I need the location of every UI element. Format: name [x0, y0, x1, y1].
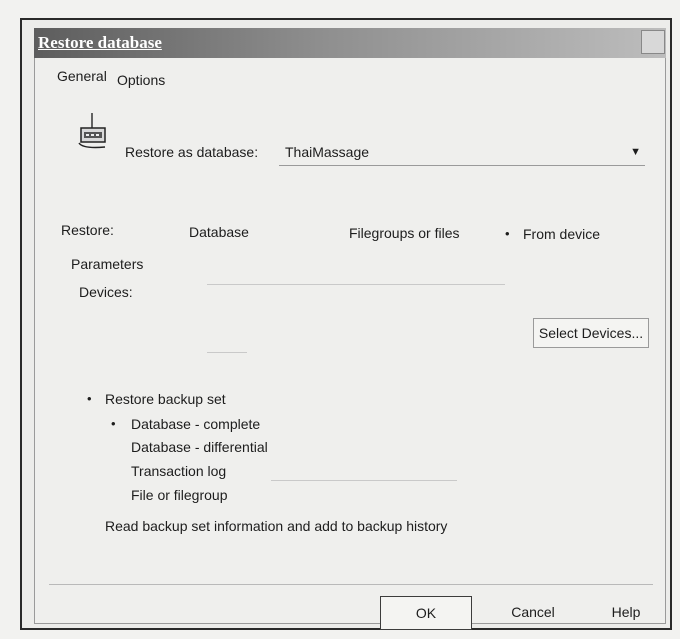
- restore-option-filegroups[interactable]: Filegroups or files: [349, 225, 460, 241]
- devices-label: Devices:: [79, 284, 133, 300]
- radio-selected-icon[interactable]: •: [111, 416, 116, 431]
- title-bar: Restore database: [34, 28, 666, 58]
- restore-as-combobox[interactable]: ThaiMassage ▼: [279, 140, 645, 166]
- help-button[interactable]: Help: [591, 596, 661, 630]
- restore-option-from-device[interactable]: From device: [523, 226, 600, 242]
- cancel-button[interactable]: Cancel: [487, 596, 579, 630]
- dropdown-arrow-icon[interactable]: ▼: [630, 146, 641, 158]
- read-backup-info-option[interactable]: Read backup set information and add to b…: [105, 518, 447, 534]
- bottom-separator: [49, 584, 653, 585]
- restore-label: Restore:: [61, 222, 114, 238]
- tab-general[interactable]: General: [57, 68, 107, 84]
- select-devices-button[interactable]: Select Devices...: [533, 318, 649, 348]
- devices-list-border-lower: [207, 352, 247, 353]
- devices-list-border[interactable]: [207, 284, 505, 285]
- ok-button[interactable]: OK: [380, 596, 472, 630]
- backup-option-transaction-log[interactable]: Transaction log: [131, 463, 226, 479]
- parameters-label: Parameters: [71, 256, 144, 272]
- window-title: Restore database: [38, 33, 162, 52]
- restore-as-label: Restore as database:: [125, 144, 259, 160]
- backup-option-differential[interactable]: Database - differential: [131, 439, 268, 455]
- tab-options[interactable]: Options: [117, 72, 165, 88]
- database-icon: [78, 113, 106, 149]
- restore-database-window: Restore database General Options Restore…: [20, 18, 672, 630]
- backup-option-complete[interactable]: Database - complete: [131, 416, 260, 432]
- backup-option-file-filegroup[interactable]: File or filegroup: [131, 487, 228, 503]
- filegroup-field-border: [271, 480, 457, 481]
- restore-as-value: ThaiMassage: [285, 144, 370, 160]
- radio-selected-icon[interactable]: •: [87, 391, 92, 406]
- dialog-body: General Options Restore as database: Tha…: [34, 58, 666, 630]
- restore-backup-set-option[interactable]: Restore backup set: [105, 391, 226, 407]
- radio-selected-icon[interactable]: •: [505, 226, 510, 241]
- restore-option-database[interactable]: Database: [189, 224, 249, 240]
- close-icon[interactable]: [641, 30, 665, 54]
